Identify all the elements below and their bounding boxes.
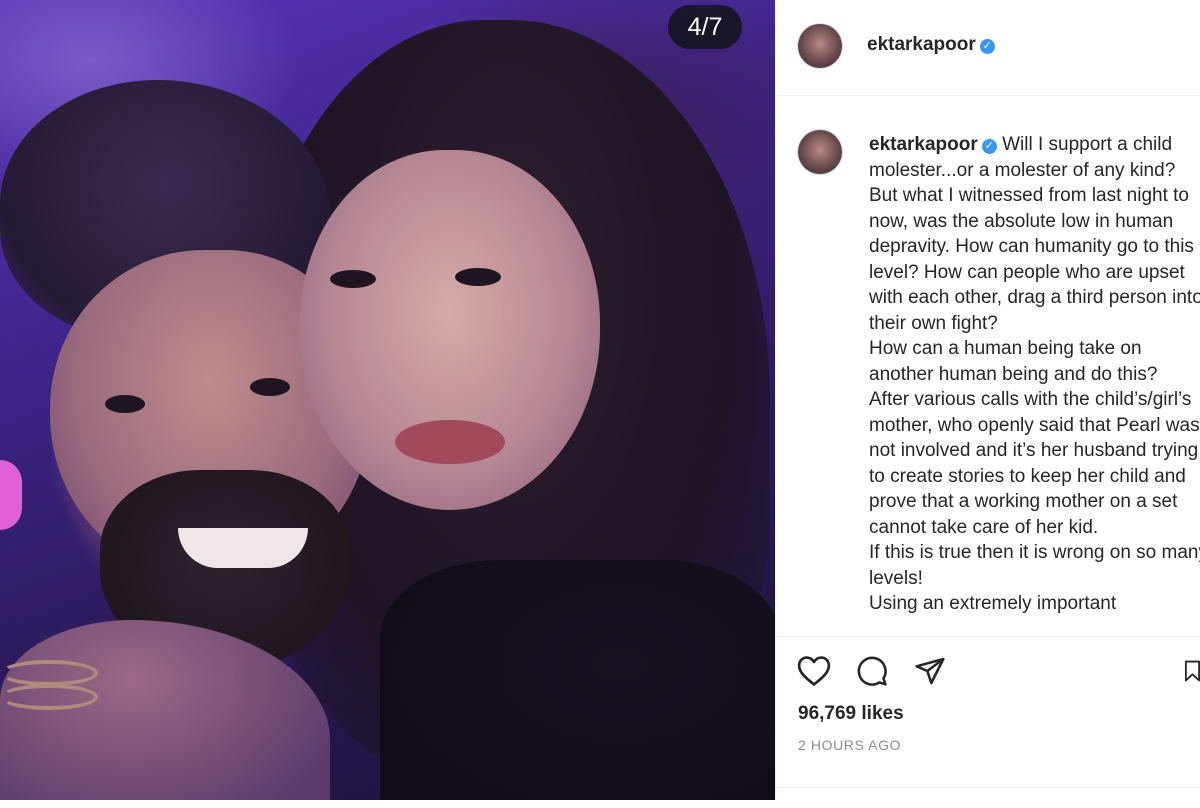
avatar[interactable] <box>798 24 842 68</box>
woman-top <box>380 560 775 800</box>
likes-count[interactable]: 96,769 likes <box>798 703 904 725</box>
post-photo[interactable]: 4/7 <box>0 0 775 800</box>
bracelet <box>0 684 98 710</box>
bookmark-icon[interactable] <box>1184 651 1200 691</box>
paper-plane-icon[interactable] <box>910 651 950 691</box>
caption-text: Will I support a child molester...or a m… <box>869 134 1200 614</box>
man-eye <box>250 378 290 396</box>
verified-badge-icon: ✓ <box>979 39 995 54</box>
comment-input-area[interactable] <box>776 787 1200 808</box>
caption: ektarkapoor ✓ Will I support a child mole… <box>869 132 1200 617</box>
woman-eye <box>330 270 376 288</box>
man-smile <box>178 528 308 568</box>
caption-username[interactable]: ektarkapoor <box>869 134 978 155</box>
verified-badge-icon: ✓ <box>981 139 997 154</box>
caption-avatar[interactable] <box>798 130 842 174</box>
post-header: ektarkapoor ✓ <box>776 0 1200 96</box>
woman-lips <box>395 420 505 464</box>
man-eye <box>105 395 145 413</box>
bracelet <box>0 660 98 686</box>
image-counter: 4/7 <box>668 5 742 49</box>
action-bar: 96,769 likes 2 HOURS AGO <box>776 636 1200 800</box>
woman-eye <box>455 268 501 286</box>
pink-light <box>0 460 22 530</box>
caption-scroll-area[interactable]: ektarkapoor ✓ Will I support a child mole… <box>776 96 1200 636</box>
comment-icon[interactable] <box>852 651 892 691</box>
header-username-row[interactable]: ektarkapoor ✓ <box>867 34 995 56</box>
post-side-panel: ektarkapoor ✓ ektarkapoor ✓ Will I support… <box>775 0 1200 800</box>
post-timestamp[interactable]: 2 HOURS AGO <box>798 737 901 753</box>
heart-icon[interactable] <box>794 651 834 691</box>
header-username[interactable]: ektarkapoor <box>867 34 976 55</box>
